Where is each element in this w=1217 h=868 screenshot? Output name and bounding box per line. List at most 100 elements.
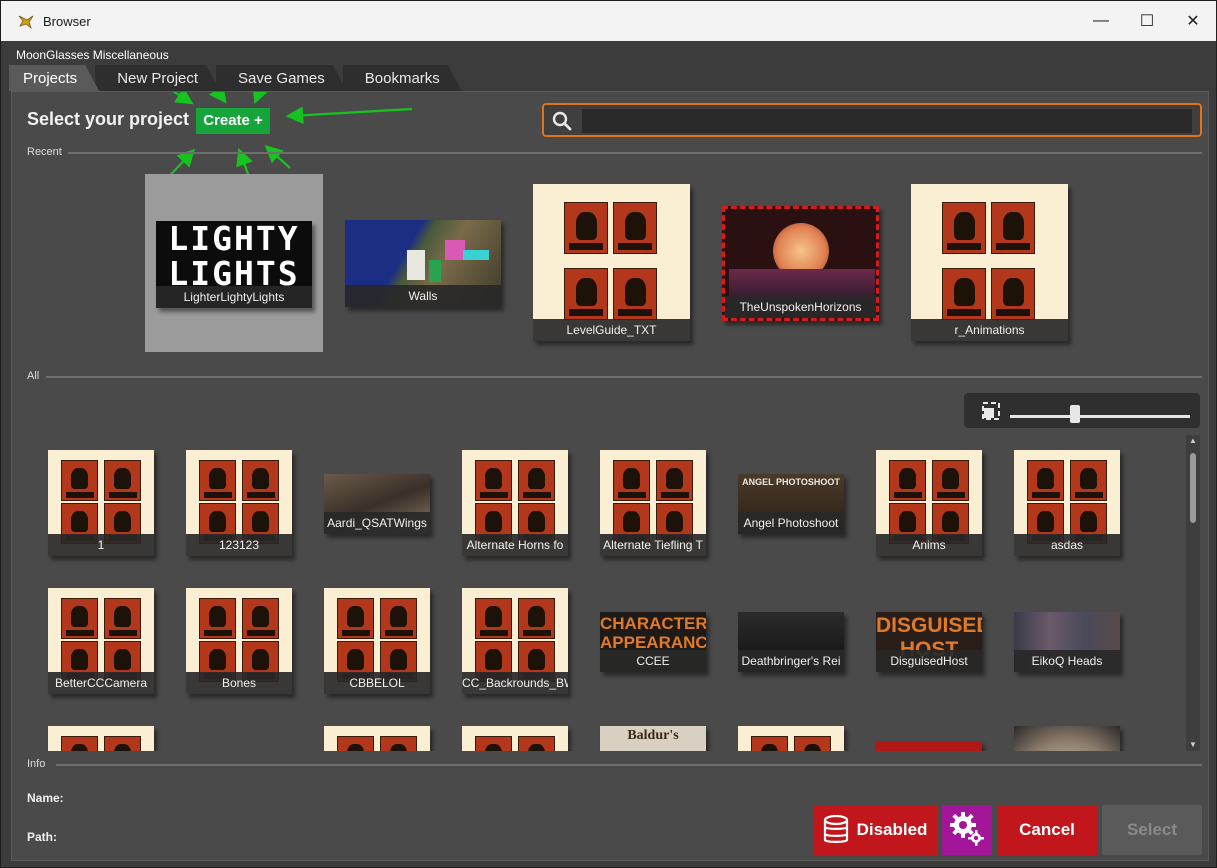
project-card-label: Aardi_QSATWings — [324, 512, 430, 534]
project-card[interactable] — [48, 726, 154, 751]
larian-logo-cell — [564, 268, 608, 320]
larian-logo-cell — [199, 460, 236, 501]
larian-logo-cell — [104, 736, 141, 751]
larian-logo-cell — [751, 736, 788, 751]
larian-logo-cell — [475, 598, 512, 639]
all-divider — [46, 376, 1202, 378]
thumbnail-banner-text: Baldur's — [627, 728, 679, 743]
project-card[interactable]: EikoQ Heads — [1014, 612, 1120, 672]
project-card[interactable] — [462, 726, 568, 751]
project-card[interactable] — [324, 726, 430, 751]
info-path-label: Path: — [27, 830, 57, 844]
project-card-label: Bones — [186, 672, 292, 694]
search-icon — [552, 111, 572, 131]
project-card[interactable]: Anims — [876, 450, 982, 556]
minimize-icon: — — [1093, 12, 1109, 29]
cancel-button[interactable]: Cancel — [997, 805, 1097, 855]
recent-card-theunspokenhorizons[interactable]: TheUnspokenHorizons — [722, 206, 879, 321]
larian-logo-cell — [613, 460, 650, 501]
projects-panel: Select your project Create + Recent LIGH… — [11, 91, 1209, 861]
project-card-label: Anims — [876, 534, 982, 556]
larian-logo-cell — [991, 268, 1035, 320]
thumbnail-banner-text: ANGEL PHOTOSHOOT — [742, 477, 840, 487]
window-subtitle: MoonGlasses Miscellaneous — [1, 41, 1216, 65]
larian-logo-cell — [337, 736, 374, 751]
disabled-button[interactable]: Disabled — [813, 805, 937, 855]
recent-card-levelguide-txt[interactable]: LevelGuide_TXT — [533, 184, 690, 341]
larian-logo-cell — [1027, 460, 1064, 501]
project-card[interactable] — [738, 726, 844, 751]
title-bar: Browser — ☐ ✕ — [1, 1, 1216, 41]
larian-logo-cell — [61, 460, 98, 501]
settings-button[interactable] — [942, 805, 992, 855]
project-card[interactable]: Baldur's — [600, 726, 706, 751]
scroll-down-icon[interactable]: ▼ — [1186, 739, 1200, 751]
recent-card-walls[interactable]: Walls — [345, 220, 501, 307]
info-name-label: Name: — [27, 791, 64, 805]
zoom-slider-track[interactable] — [1010, 415, 1190, 418]
larian-logo-cell — [242, 598, 279, 639]
project-card-label: Deathbringer's Rei — [738, 650, 844, 672]
project-card-label: 123123 — [186, 534, 292, 556]
scroll-up-icon[interactable]: ▲ — [1186, 435, 1200, 447]
larian-logo-cell — [518, 460, 555, 501]
database-icon — [823, 815, 848, 843]
larian-logo-cell — [242, 460, 279, 501]
project-card[interactable] — [1014, 726, 1120, 751]
walls-scene-block — [463, 250, 489, 260]
larian-logo-cell — [613, 268, 657, 320]
walls-scene-block — [407, 250, 425, 280]
project-card[interactable]: Alternate Horns fo — [462, 450, 568, 556]
fit-size-icon[interactable] — [982, 402, 1000, 420]
project-card[interactable]: Deathbringer's Rei — [738, 612, 844, 672]
zoom-slider-thumb[interactable] — [1069, 405, 1080, 423]
all-projects-grid: 1 123123 Aardi_QSATWings Alternate Horns fo… — [26, 435, 1186, 751]
larian-logo-cell — [794, 736, 831, 751]
create-button[interactable]: Create + — [196, 108, 270, 134]
larian-logo-cell — [518, 736, 555, 751]
larian-logo-cell — [475, 736, 512, 751]
project-card[interactable]: CHARACTER APPEARANCECCEE — [600, 612, 706, 672]
recent-card-lighterlightylights[interactable]: LIGHTY LIGHTS LighterLightyLights — [156, 221, 312, 308]
project-card[interactable]: CBBELOL — [324, 588, 430, 694]
project-card[interactable]: DISGUISED HOSTDisguisedHost — [876, 612, 982, 672]
project-card[interactable]: Bones — [186, 588, 292, 694]
close-icon: ✕ — [1186, 13, 1200, 30]
project-card-label: BetterCCCamera — [48, 672, 154, 694]
larian-logo-cell — [337, 598, 374, 639]
recent-section-label: Recent — [27, 146, 62, 158]
project-card[interactable]: asdas — [1014, 450, 1120, 556]
larian-logo-cell — [380, 598, 417, 639]
tab-bookmarks[interactable]: Bookmarks — [343, 65, 462, 91]
tab-save-games[interactable]: Save Games — [216, 65, 347, 91]
minimize-button[interactable]: — — [1078, 1, 1124, 41]
recent-card-label: TheUnspokenHorizons — [725, 296, 876, 318]
window-title: Browser — [43, 13, 91, 29]
gears-icon — [950, 811, 984, 846]
project-card[interactable]: ANGEL PHOTOSHOOT Angel Photoshoot — [738, 474, 844, 534]
project-card[interactable]: 123123 — [186, 450, 292, 556]
recent-card-r-animations[interactable]: r_Animations — [911, 184, 1068, 341]
project-card[interactable]: 1 — [48, 450, 154, 556]
tab-new-project[interactable]: New Project — [95, 65, 220, 91]
larian-logo-cell — [1070, 460, 1107, 501]
close-button[interactable]: ✕ — [1170, 1, 1216, 41]
grid-scrollbar[interactable]: ▲ ▼ — [1186, 435, 1200, 751]
project-card-label: CCEE — [600, 650, 706, 672]
project-card[interactable]: Alternate Tiefling T — [600, 450, 706, 556]
scroll-thumb[interactable] — [1190, 453, 1196, 523]
tab-projects[interactable]: Projects — [9, 65, 99, 91]
app-logo-icon — [18, 15, 34, 30]
larian-logo-cell — [932, 460, 969, 501]
project-card[interactable]: BetterCCCamera — [48, 588, 154, 694]
project-card[interactable] — [876, 741, 982, 751]
project-card-label: Alternate Tiefling T — [600, 534, 706, 556]
search-input[interactable] — [582, 109, 1192, 133]
maximize-button[interactable]: ☐ — [1124, 1, 1170, 41]
project-card-label: CBBELOL — [324, 672, 430, 694]
larian-logo-cell — [518, 598, 555, 639]
project-card[interactable]: CC_Backrounds_BW — [462, 588, 568, 694]
select-project-label: Select your project — [27, 109, 190, 129]
project-card[interactable]: Aardi_QSATWings — [324, 474, 430, 534]
select-button[interactable]: Select — [1102, 805, 1202, 855]
